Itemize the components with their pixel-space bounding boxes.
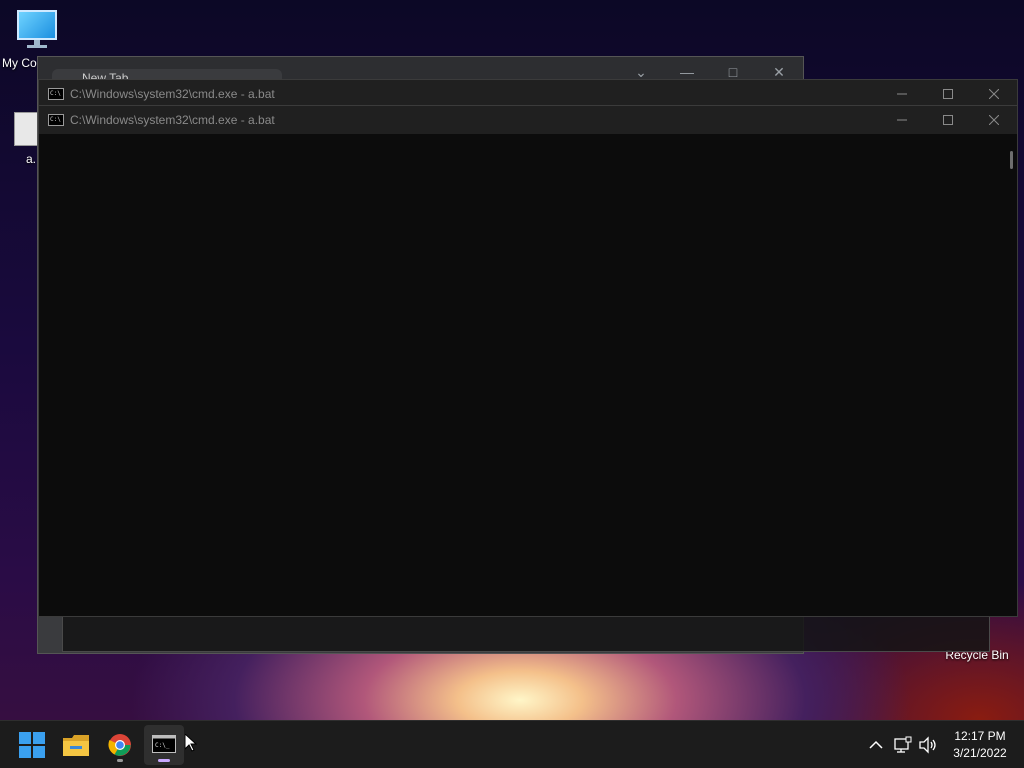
- file-explorer-button[interactable]: [56, 725, 96, 765]
- cmd-icon: C:\: [48, 88, 64, 100]
- minimize-icon: [897, 119, 907, 121]
- close-icon: [989, 115, 999, 125]
- maximize-button[interactable]: [925, 106, 971, 134]
- running-indicator: [117, 759, 123, 762]
- minimize-button[interactable]: [879, 106, 925, 134]
- chrome-button[interactable]: [100, 725, 140, 765]
- cmd-titlebar[interactable]: C:\ C:\Windows\system32\cmd.exe - a.bat: [39, 80, 1017, 108]
- chrome-icon: [108, 734, 131, 756]
- minimize-icon: [897, 93, 907, 95]
- minimize-button[interactable]: [879, 80, 925, 108]
- close-button[interactable]: [971, 106, 1017, 134]
- file-explorer-icon: [63, 735, 89, 756]
- cmd-window-front[interactable]: C:\ C:\Windows\system32\cmd.exe - a.bat: [38, 105, 1018, 617]
- taskbar: C:\_ 12:17 PM 3/21/2022: [0, 720, 1024, 768]
- close-button[interactable]: [971, 80, 1017, 108]
- maximize-icon: [943, 89, 953, 99]
- close-icon: [989, 89, 999, 99]
- clock[interactable]: 12:17 PM 3/21/2022: [944, 729, 1016, 760]
- maximize-button[interactable]: [925, 80, 971, 108]
- start-icon: [19, 732, 45, 758]
- volume-icon[interactable]: [918, 735, 938, 755]
- cmd-icon: C:\: [48, 114, 64, 126]
- cmd-title: C:\Windows\system32\cmd.exe - a.bat: [70, 113, 275, 127]
- maximize-icon: [943, 115, 953, 125]
- cmd-icon: C:\_: [152, 735, 176, 753]
- console-output[interactable]: [39, 135, 1017, 616]
- monitor-icon: [15, 8, 59, 50]
- chevron-up-icon[interactable]: [866, 735, 886, 755]
- clock-time: 12:17 PM: [954, 729, 1006, 743]
- mouse-cursor-icon: [185, 734, 197, 752]
- background-window-edge: [62, 614, 990, 652]
- network-icon[interactable]: [893, 735, 913, 755]
- cmd-title: C:\Windows\system32\cmd.exe - a.bat: [70, 87, 275, 101]
- start-button[interactable]: [12, 725, 52, 765]
- cmd-titlebar[interactable]: C:\ C:\Windows\system32\cmd.exe - a.bat: [39, 106, 1017, 134]
- svg-text:C:\_: C:\_: [155, 742, 170, 749]
- active-indicator: [158, 759, 170, 762]
- clock-date: 3/21/2022: [953, 746, 1007, 760]
- console-text: [39, 135, 1017, 143]
- console-scrollbar[interactable]: [1010, 151, 1013, 169]
- cmd-taskbar-button[interactable]: C:\_: [144, 725, 184, 765]
